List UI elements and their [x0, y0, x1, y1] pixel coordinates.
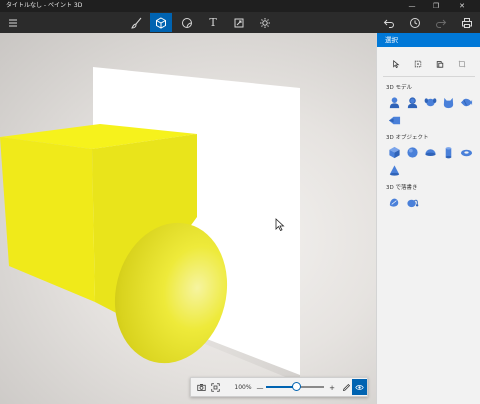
- brushes-tool[interactable]: [126, 13, 148, 32]
- object-cone-button[interactable]: [387, 163, 401, 177]
- maximize-button[interactable]: ❐: [426, 0, 446, 12]
- canvas-tool[interactable]: [254, 13, 276, 32]
- undo-button[interactable]: [378, 13, 400, 32]
- resize-icon: [234, 18, 244, 27]
- section-label-3d-doodle: 3D で落書き: [386, 185, 418, 191]
- sticker-icon: [182, 17, 192, 28]
- model-dog-button[interactable]: [423, 95, 437, 109]
- history-icon: [410, 17, 420, 28]
- redo-icon: [436, 19, 447, 28]
- main-toolbar: T: [0, 12, 480, 33]
- section-label-3d-objects: 3D オブジェクト: [386, 135, 429, 141]
- paste-button[interactable]: [433, 57, 447, 71]
- draw-button[interactable]: [340, 380, 352, 395]
- sphere-shape-icon: [406, 146, 418, 158]
- dog-icon: [424, 97, 436, 106]
- hemisphere-shape-icon: [424, 148, 436, 156]
- model-cat-button[interactable]: [441, 95, 455, 109]
- object-cube-button[interactable]: [387, 145, 401, 159]
- zoom-percent: 100%: [234, 384, 252, 391]
- title-bar: タイトルなし - ペイント 3D — ❐ ✕: [0, 0, 480, 12]
- man-icon: [389, 96, 399, 108]
- eye-icon: [355, 384, 364, 390]
- select-pointer-button[interactable]: [389, 57, 403, 71]
- fit-screen-icon: [210, 383, 220, 392]
- redo-button[interactable]: [430, 13, 452, 32]
- history-button[interactable]: [404, 13, 426, 32]
- zoom-out-button[interactable]: —: [255, 380, 265, 395]
- object-sphere-button[interactable]: [405, 145, 419, 159]
- sharp-doodle-icon: [389, 198, 398, 207]
- bird-icon: [388, 116, 400, 124]
- view-3d-button[interactable]: [352, 379, 367, 395]
- selection-tools: [377, 57, 480, 71]
- crop-button[interactable]: [455, 57, 469, 71]
- torus-shape-icon: [460, 149, 472, 156]
- hamburger-icon: [9, 19, 17, 26]
- cylinder-shape-icon: [445, 146, 451, 158]
- sun-icon: [260, 17, 270, 28]
- object-cylinder-button[interactable]: [441, 145, 455, 159]
- cube-icon: [156, 16, 166, 29]
- print-icon: [462, 17, 472, 28]
- brush-icon: [131, 17, 142, 29]
- print-button[interactable]: [456, 13, 478, 32]
- pointer-icon: [393, 60, 400, 68]
- crop-icon: [458, 60, 466, 68]
- object-torus-button[interactable]: [459, 145, 473, 159]
- 3d-shapes-panel: 選択 3D モデル 3D オブジェクト 3D で落書き: [376, 33, 480, 404]
- close-button[interactable]: ✕: [452, 0, 472, 12]
- cone-shape-icon: [389, 164, 399, 176]
- model-bird-button[interactable]: [387, 113, 401, 127]
- fish-icon: [460, 98, 472, 106]
- paste-icon: [436, 61, 444, 68]
- menu-button[interactable]: [2, 13, 24, 32]
- cat-icon: [443, 97, 453, 108]
- cube-shape-icon: [388, 146, 400, 158]
- paint3d-window: タイトルなし - ペイント 3D — ❐ ✕ T 100% — + 選択 3D …: [0, 0, 480, 404]
- section-label-3d-models: 3D モデル: [386, 85, 412, 91]
- doodle-sharp-button[interactable]: [387, 195, 401, 209]
- doodle-soft-button[interactable]: [405, 195, 419, 209]
- select-region-button[interactable]: [411, 57, 425, 71]
- 3d-canvas[interactable]: [0, 33, 376, 404]
- text-icon: T: [209, 16, 217, 29]
- text-tool[interactable]: T: [202, 13, 224, 32]
- undo-icon: [383, 19, 394, 28]
- minimize-button[interactable]: —: [402, 0, 422, 12]
- stickers-tool[interactable]: [176, 13, 198, 32]
- panel-header: 選択: [377, 33, 480, 47]
- window-title: タイトルなし - ペイント 3D: [6, 2, 83, 9]
- zoom-slider-thumb[interactable]: [292, 382, 301, 391]
- object-hemisphere-button[interactable]: [423, 145, 437, 159]
- 3d-shapes-tool[interactable]: [150, 13, 172, 32]
- fit-to-screen-button[interactable]: [208, 380, 222, 395]
- scene-view[interactable]: [0, 33, 376, 404]
- model-fish-button[interactable]: [459, 95, 473, 109]
- select-region-icon: [414, 60, 422, 68]
- woman-icon: [407, 96, 417, 108]
- cube-front[interactable]: [0, 137, 95, 302]
- zoom-in-button[interactable]: +: [327, 380, 337, 395]
- model-woman-button[interactable]: [405, 95, 419, 109]
- pencil-icon: [342, 383, 350, 392]
- model-man-button[interactable]: [387, 95, 401, 109]
- camera-icon: [196, 384, 206, 391]
- effects-tool[interactable]: [228, 13, 250, 32]
- camera-button[interactable]: [194, 380, 208, 395]
- panel-divider: [383, 76, 475, 77]
- soft-doodle-icon: [406, 199, 418, 207]
